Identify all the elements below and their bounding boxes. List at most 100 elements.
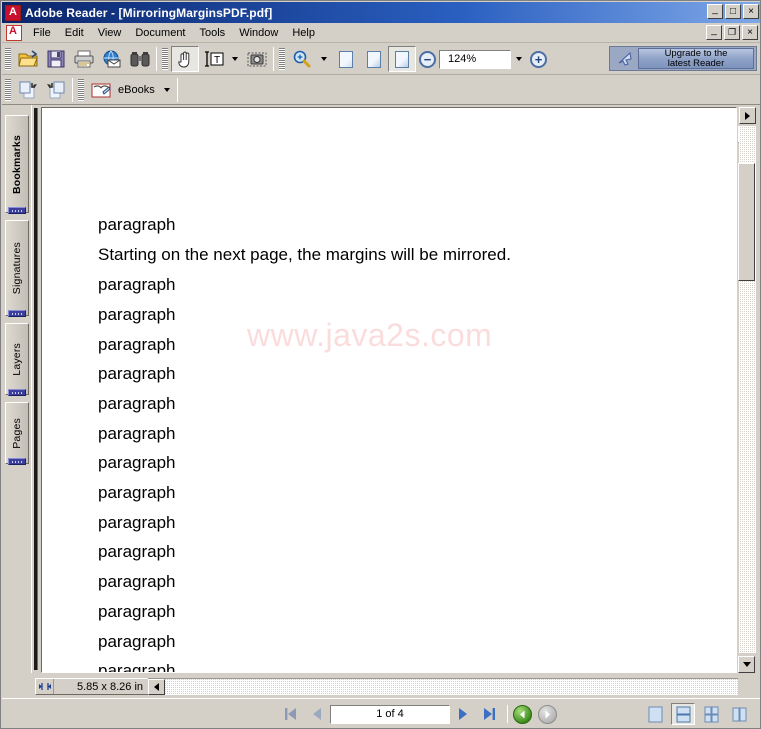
print-button[interactable] [70,46,98,72]
document-line: paragraph [98,453,176,472]
scroll-left-button[interactable] [148,679,165,695]
sidebar-tab-layers-grip[interactable] [8,389,26,396]
upgrade-button[interactable]: Upgrade to the latest Reader [638,48,754,69]
mdi-restore-button[interactable]: ❐ [724,25,740,40]
last-page-button[interactable] [476,703,502,725]
fit-page-button[interactable] [360,46,388,72]
select-tool-dropdown-caret[interactable] [232,57,238,61]
maximize-button[interactable]: □ [725,4,741,19]
open-button[interactable] [14,46,42,72]
select-text-button[interactable]: T [199,46,227,72]
navbar-separator [507,705,508,723]
toolbar-grip[interactable] [162,48,168,70]
ebooks-dropdown-caret[interactable] [163,88,170,92]
save-disk-icon [47,50,65,68]
zoom-tool-button[interactable] [288,46,316,72]
sidebar-splitter[interactable] [31,105,41,673]
document-pane[interactable]: www.java2s.com paragraph Starting on the… [41,107,737,673]
menu-tools[interactable]: Tools [193,25,233,41]
previous-page-icon [313,708,321,720]
toolbar-separator [156,47,157,71]
chevron-down-icon [742,662,751,667]
zoom-dropdown-caret[interactable] [321,57,327,61]
single-page-view-button[interactable] [643,703,667,725]
sidebar-tab-signatures-grip[interactable] [8,310,26,317]
ebooks-button[interactable] [87,77,115,103]
document-line: paragraph [98,632,176,651]
fit-width-button[interactable] [388,46,416,72]
toolbar-grip[interactable] [5,79,11,101]
previous-view-button[interactable] [14,77,42,103]
menu-file[interactable]: File [26,25,58,41]
sidebar-tab-pages-grip[interactable] [8,458,26,465]
snapshot-camera-icon [247,52,267,67]
scrollbar-thumb[interactable] [738,163,755,281]
page-number-input[interactable]: 1 of 4 [330,704,450,724]
navigation-tabs: Bookmarks Signatures Layers Pages [5,107,31,673]
upgrade-arrow-icon [612,48,638,69]
document-line: Starting on the next page, the margins w… [98,245,511,264]
sidebar-tab-layers[interactable]: Layers [5,323,29,395]
menu-window[interactable]: Window [232,25,285,41]
toolbar-grip[interactable] [279,48,285,70]
scrollbar-expand-button[interactable] [739,107,756,124]
sidebar-tab-pages-label: Pages [11,417,23,449]
scroll-down-button[interactable] [738,656,755,673]
search-button[interactable] [126,46,154,72]
zoom-level-input[interactable]: 124% [439,49,511,69]
binoculars-icon [130,52,150,67]
upgrade-panel: Upgrade to the latest Reader [609,46,757,71]
sidebar-tab-bookmarks[interactable]: Bookmarks [5,115,29,213]
sidebar-tab-bookmarks-grip[interactable] [8,207,26,214]
menu-help[interactable]: Help [285,25,322,41]
first-page-button[interactable] [278,703,304,725]
go-forward-icon [545,710,550,718]
sidebar-tab-layers-label: Layers [11,342,23,376]
zoom-magnifier-icon [293,50,311,68]
mdi-child-controls: _ ❐ × [706,25,758,40]
continuous-facing-view-button[interactable] [727,703,751,725]
select-text-icon: T [205,51,224,67]
toolbar-grip[interactable] [78,79,84,101]
close-icon: × [748,5,754,17]
fit-page-icon [367,50,381,68]
menu-edit[interactable]: Edit [58,25,91,41]
sidebar-tab-signatures[interactable]: Signatures [5,220,29,316]
hand-tool-button[interactable] [171,46,199,72]
close-button[interactable]: × [743,4,759,19]
zoom-level-dropdown-caret[interactable] [516,57,522,61]
next-view-button[interactable] [42,77,70,103]
email-globe-icon [103,50,121,68]
toolbar-grip[interactable] [5,48,11,70]
vertical-scrollbar[interactable] [738,107,757,673]
zoom-out-button[interactable]: − [419,50,436,68]
zoom-in-button[interactable]: + [530,50,547,68]
resize-grip-icon[interactable] [36,679,54,694]
email-button[interactable] [98,46,126,72]
minimize-icon: _ [711,24,717,36]
fit-width-icon [395,50,409,68]
document-line: paragraph [98,513,176,532]
hand-tool-icon [178,51,190,68]
continuous-view-button[interactable] [671,703,695,725]
snapshot-button[interactable] [243,46,271,72]
sidebar-tab-pages[interactable]: Pages [5,402,29,464]
menu-view[interactable]: View [91,25,129,41]
previous-page-button[interactable] [304,703,330,725]
menu-document[interactable]: Document [128,25,192,41]
ebooks-icon [91,83,111,98]
save-button[interactable] [42,46,70,72]
open-folder-icon [18,50,38,67]
minimize-button[interactable]: _ [707,4,723,19]
mdi-close-button[interactable]: × [742,25,758,40]
go-forward-button[interactable] [538,704,557,724]
menu-bar: File Edit View Document Tools Window Hel… [2,23,760,43]
mdi-minimize-button[interactable]: _ [706,25,722,40]
actual-size-button[interactable] [332,46,360,72]
go-back-button[interactable] [513,704,532,724]
document-line: paragraph [98,275,176,294]
next-page-button[interactable] [450,703,476,725]
horizontal-scrollbar[interactable] [148,678,738,695]
pdf-page: www.java2s.com paragraph Starting on the… [42,108,736,672]
facing-pages-view-button[interactable] [699,703,723,725]
